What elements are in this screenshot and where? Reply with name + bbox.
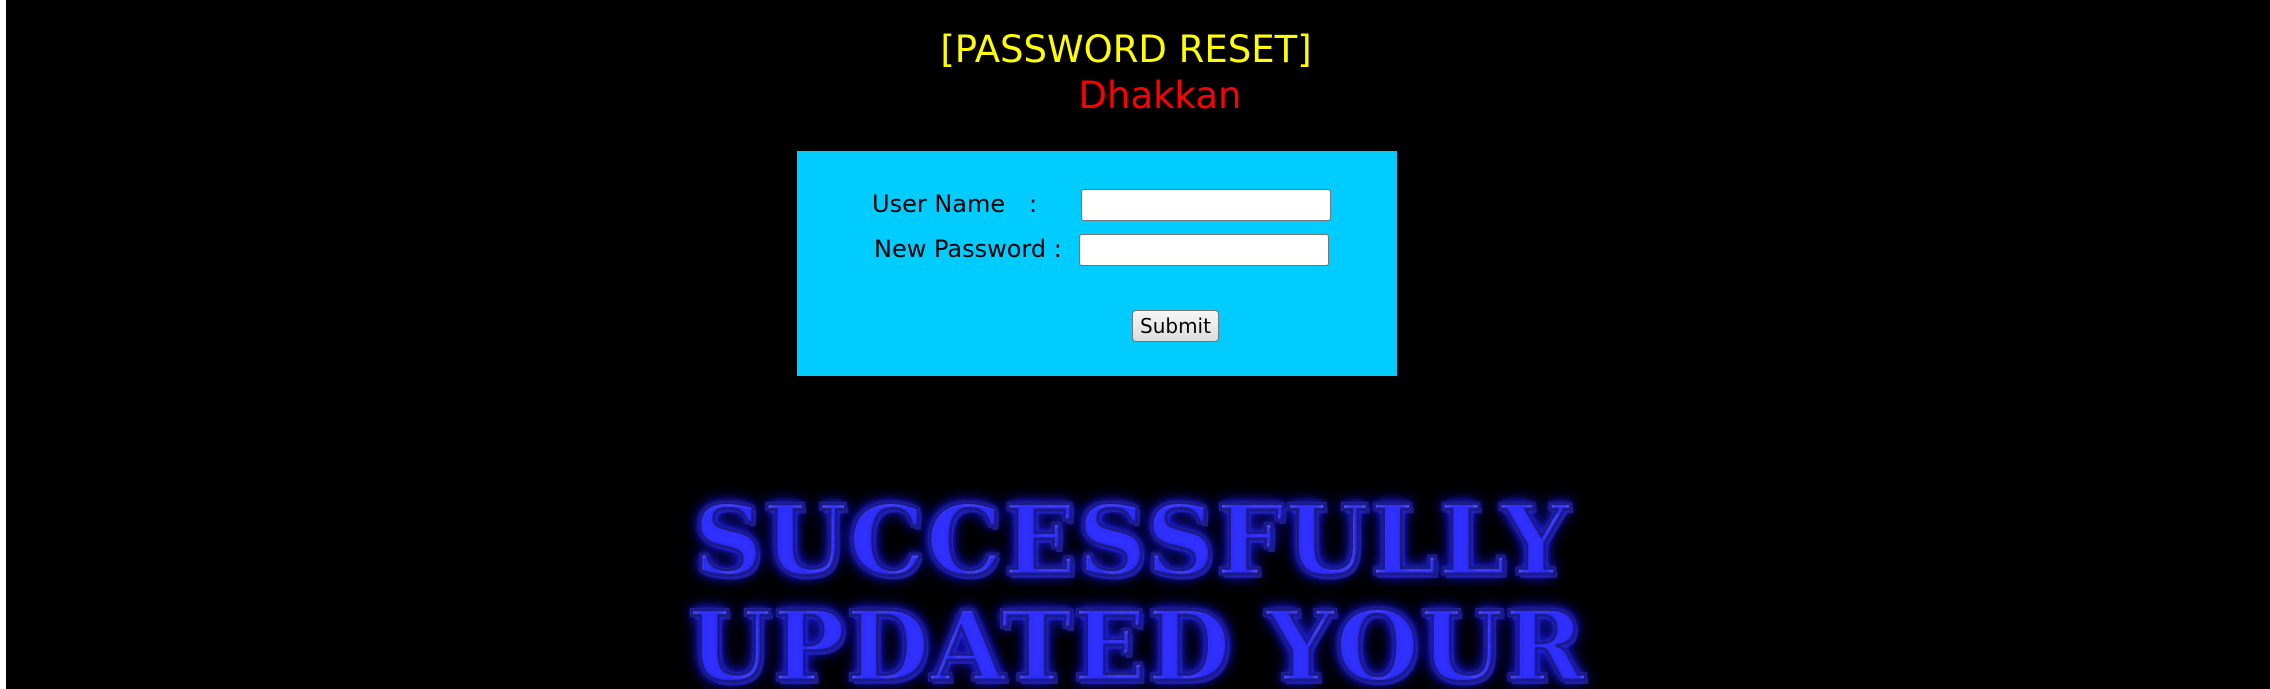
banner-line-2: UPDATED YOUR [687,590,1586,689]
password-reset-form: User Name : New Password : Submit [797,151,1397,376]
submit-button[interactable]: Submit [1132,310,1219,342]
new-password-input[interactable] [1079,234,1329,266]
username-label: User Name [872,190,1006,218]
page-title: [PASSWORD RESET] [940,28,1312,71]
username-input[interactable] [1081,189,1331,221]
success-banner-image: SUCCESSFULLY UPDATED YOUR [6,484,2270,689]
banner-line-1: SUCCESSFULLY [692,484,1571,597]
page-body: [PASSWORD RESET] Dhakkan User Name : New… [6,0,2270,689]
username-colon: : [1029,190,1038,218]
new-password-label: New Password : [874,235,1062,263]
page-subtitle: Dhakkan [1078,74,1242,117]
